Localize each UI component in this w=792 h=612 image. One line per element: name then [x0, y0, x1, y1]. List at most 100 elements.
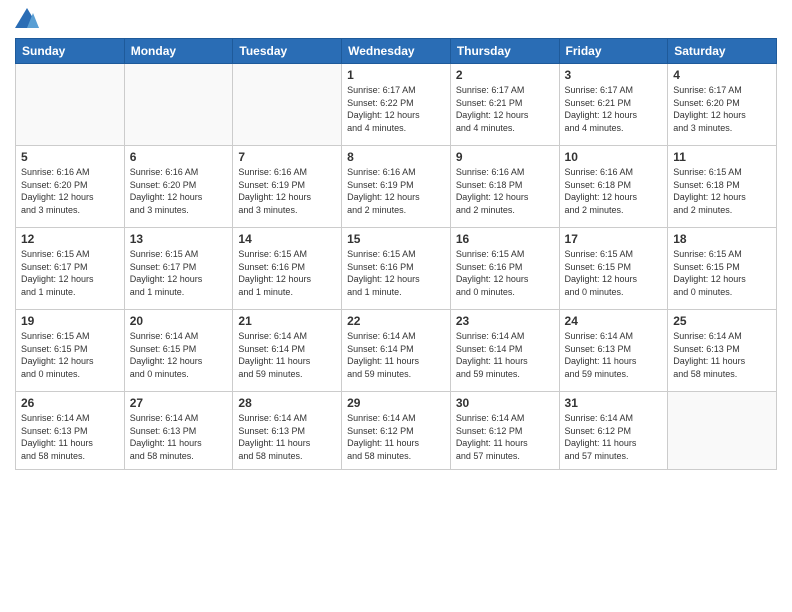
calendar-cell-1-2	[124, 64, 233, 146]
weekday-header-sunday: Sunday	[16, 39, 125, 64]
calendar-cell-5-7	[668, 392, 777, 470]
day-number: 14	[238, 232, 336, 246]
calendar-cell-1-3	[233, 64, 342, 146]
calendar-week-row-2: 5 Sunrise: 6:16 AM Sunset: 6:20 PM Daylig…	[16, 146, 777, 228]
calendar-cell-4-2: 20Sunrise: 6:14 AM Sunset: 6:15 PM Dayli…	[124, 310, 233, 392]
day-number: 28	[238, 396, 336, 410]
calendar-cell-1-4: 1 Sunrise: 6:17 AM Sunset: 6:22 PM Daylig…	[342, 64, 451, 146]
day-number: 29	[347, 396, 445, 410]
calendar-cell-4-3: 21 Sunrise: 6:14 AM Sunset: 6:14 PM Dayli…	[233, 310, 342, 392]
day-number: 16	[456, 232, 554, 246]
calendar-cell-1-6: 3 Sunrise: 6:17 AM Sunset: 6:21 PM Daylig…	[559, 64, 668, 146]
day-info: Sunrise: 6:14 AM Sunset: 6:15 PM Dayligh…	[130, 330, 228, 380]
day-info: Sunrise: 6:16 AM Sunset: 6:19 PM Dayligh…	[238, 166, 336, 216]
day-number: 9	[456, 150, 554, 164]
weekday-header-saturday: Saturday	[668, 39, 777, 64]
calendar-table: SundayMondayTuesdayWednesdayThursdayFrid…	[15, 38, 777, 470]
day-number: 31	[565, 396, 663, 410]
calendar-cell-2-2: 6 Sunrise: 6:16 AM Sunset: 6:20 PM Daylig…	[124, 146, 233, 228]
weekday-header-tuesday: Tuesday	[233, 39, 342, 64]
day-number: 18	[673, 232, 771, 246]
day-info: Sunrise: 6:14 AM Sunset: 6:13 PM Dayligh…	[673, 330, 771, 380]
day-info: Sunrise: 6:17 AM Sunset: 6:21 PM Dayligh…	[456, 84, 554, 134]
day-number: 22	[347, 314, 445, 328]
day-number: 2	[456, 68, 554, 82]
calendar-cell-4-1: 19Sunrise: 6:15 AM Sunset: 6:15 PM Dayli…	[16, 310, 125, 392]
calendar-week-row-5: 26 Sunrise: 6:14 AM Sunset: 6:13 PM Dayli…	[16, 392, 777, 470]
day-number: 26	[21, 396, 119, 410]
day-number: 13	[130, 232, 228, 246]
day-number: 27	[130, 396, 228, 410]
calendar-cell-5-1: 26 Sunrise: 6:14 AM Sunset: 6:13 PM Dayli…	[16, 392, 125, 470]
day-number: 30	[456, 396, 554, 410]
day-info: Sunrise: 6:16 AM Sunset: 6:19 PM Dayligh…	[347, 166, 445, 216]
calendar-cell-4-5: 23 Sunrise: 6:14 AM Sunset: 6:14 PM Dayli…	[450, 310, 559, 392]
day-number: 5	[21, 150, 119, 164]
day-info: Sunrise: 6:14 AM Sunset: 6:14 PM Dayligh…	[456, 330, 554, 380]
day-info: Sunrise: 6:15 AM Sunset: 6:16 PM Dayligh…	[238, 248, 336, 298]
page: SundayMondayTuesdayWednesdayThursdayFrid…	[0, 0, 792, 612]
weekday-header-monday: Monday	[124, 39, 233, 64]
day-number: 11	[673, 150, 771, 164]
day-info: Sunrise: 6:15 AM Sunset: 6:16 PM Dayligh…	[347, 248, 445, 298]
calendar-cell-1-1	[16, 64, 125, 146]
day-info: Sunrise: 6:15 AM Sunset: 6:15 PM Dayligh…	[565, 248, 663, 298]
calendar-cell-5-6: 31 Sunrise: 6:14 AM Sunset: 6:12 PM Dayli…	[559, 392, 668, 470]
day-number: 3	[565, 68, 663, 82]
day-info: Sunrise: 6:14 AM Sunset: 6:12 PM Dayligh…	[347, 412, 445, 462]
calendar-cell-5-5: 30 Sunrise: 6:14 AM Sunset: 6:12 PM Dayli…	[450, 392, 559, 470]
day-info: Sunrise: 6:16 AM Sunset: 6:20 PM Dayligh…	[21, 166, 119, 216]
calendar-cell-3-4: 15 Sunrise: 6:15 AM Sunset: 6:16 PM Dayli…	[342, 228, 451, 310]
day-info: Sunrise: 6:14 AM Sunset: 6:14 PM Dayligh…	[347, 330, 445, 380]
calendar-cell-3-6: 17 Sunrise: 6:15 AM Sunset: 6:15 PM Dayli…	[559, 228, 668, 310]
day-number: 17	[565, 232, 663, 246]
calendar-cell-5-4: 29 Sunrise: 6:14 AM Sunset: 6:12 PM Dayli…	[342, 392, 451, 470]
day-info: Sunrise: 6:17 AM Sunset: 6:22 PM Dayligh…	[347, 84, 445, 134]
day-number: 24	[565, 314, 663, 328]
logo-icon	[15, 8, 39, 28]
day-number: 12	[21, 232, 119, 246]
calendar-cell-5-3: 28 Sunrise: 6:14 AM Sunset: 6:13 PM Dayli…	[233, 392, 342, 470]
weekday-header-thursday: Thursday	[450, 39, 559, 64]
day-info: Sunrise: 6:17 AM Sunset: 6:20 PM Dayligh…	[673, 84, 771, 134]
calendar-cell-3-1: 12 Sunrise: 6:15 AM Sunset: 6:17 PM Dayli…	[16, 228, 125, 310]
weekday-header-friday: Friday	[559, 39, 668, 64]
day-number: 1	[347, 68, 445, 82]
calendar-cell-1-7: 4 Sunrise: 6:17 AM Sunset: 6:20 PM Daylig…	[668, 64, 777, 146]
day-info: Sunrise: 6:14 AM Sunset: 6:12 PM Dayligh…	[565, 412, 663, 462]
day-info: Sunrise: 6:16 AM Sunset: 6:18 PM Dayligh…	[565, 166, 663, 216]
calendar-week-row-4: 19Sunrise: 6:15 AM Sunset: 6:15 PM Dayli…	[16, 310, 777, 392]
day-info: Sunrise: 6:14 AM Sunset: 6:13 PM Dayligh…	[565, 330, 663, 380]
day-number: 10	[565, 150, 663, 164]
day-info: Sunrise: 6:17 AM Sunset: 6:21 PM Dayligh…	[565, 84, 663, 134]
day-info: Sunrise: 6:15 AM Sunset: 6:16 PM Dayligh…	[456, 248, 554, 298]
day-number: 23	[456, 314, 554, 328]
calendar-cell-4-7: 25 Sunrise: 6:14 AM Sunset: 6:13 PM Dayli…	[668, 310, 777, 392]
day-number: 6	[130, 150, 228, 164]
day-info: Sunrise: 6:15 AM Sunset: 6:15 PM Dayligh…	[673, 248, 771, 298]
day-info: Sunrise: 6:14 AM Sunset: 6:14 PM Dayligh…	[238, 330, 336, 380]
day-number: 15	[347, 232, 445, 246]
day-info: Sunrise: 6:15 AM Sunset: 6:17 PM Dayligh…	[21, 248, 119, 298]
day-info: Sunrise: 6:15 AM Sunset: 6:18 PM Dayligh…	[673, 166, 771, 216]
calendar-cell-3-7: 18 Sunrise: 6:15 AM Sunset: 6:15 PM Dayli…	[668, 228, 777, 310]
day-number: 25	[673, 314, 771, 328]
weekday-header-wednesday: Wednesday	[342, 39, 451, 64]
day-number: 21	[238, 314, 336, 328]
calendar-cell-3-3: 14 Sunrise: 6:15 AM Sunset: 6:16 PM Dayli…	[233, 228, 342, 310]
day-info: Sunrise: 6:14 AM Sunset: 6:13 PM Dayligh…	[238, 412, 336, 462]
calendar-cell-2-3: 7 Sunrise: 6:16 AM Sunset: 6:19 PM Daylig…	[233, 146, 342, 228]
day-info: Sunrise: 6:16 AM Sunset: 6:20 PM Dayligh…	[130, 166, 228, 216]
calendar-week-row-1: 1 Sunrise: 6:17 AM Sunset: 6:22 PM Daylig…	[16, 64, 777, 146]
calendar-cell-2-5: 9Sunrise: 6:16 AM Sunset: 6:18 PM Daylig…	[450, 146, 559, 228]
day-number: 4	[673, 68, 771, 82]
header	[15, 10, 777, 30]
calendar-cell-4-6: 24 Sunrise: 6:14 AM Sunset: 6:13 PM Dayli…	[559, 310, 668, 392]
weekday-header-row: SundayMondayTuesdayWednesdayThursdayFrid…	[16, 39, 777, 64]
day-info: Sunrise: 6:14 AM Sunset: 6:13 PM Dayligh…	[21, 412, 119, 462]
calendar-week-row-3: 12 Sunrise: 6:15 AM Sunset: 6:17 PM Dayli…	[16, 228, 777, 310]
day-number: 7	[238, 150, 336, 164]
calendar-cell-3-5: 16 Sunrise: 6:15 AM Sunset: 6:16 PM Dayli…	[450, 228, 559, 310]
day-info: Sunrise: 6:14 AM Sunset: 6:12 PM Dayligh…	[456, 412, 554, 462]
day-number: 8	[347, 150, 445, 164]
